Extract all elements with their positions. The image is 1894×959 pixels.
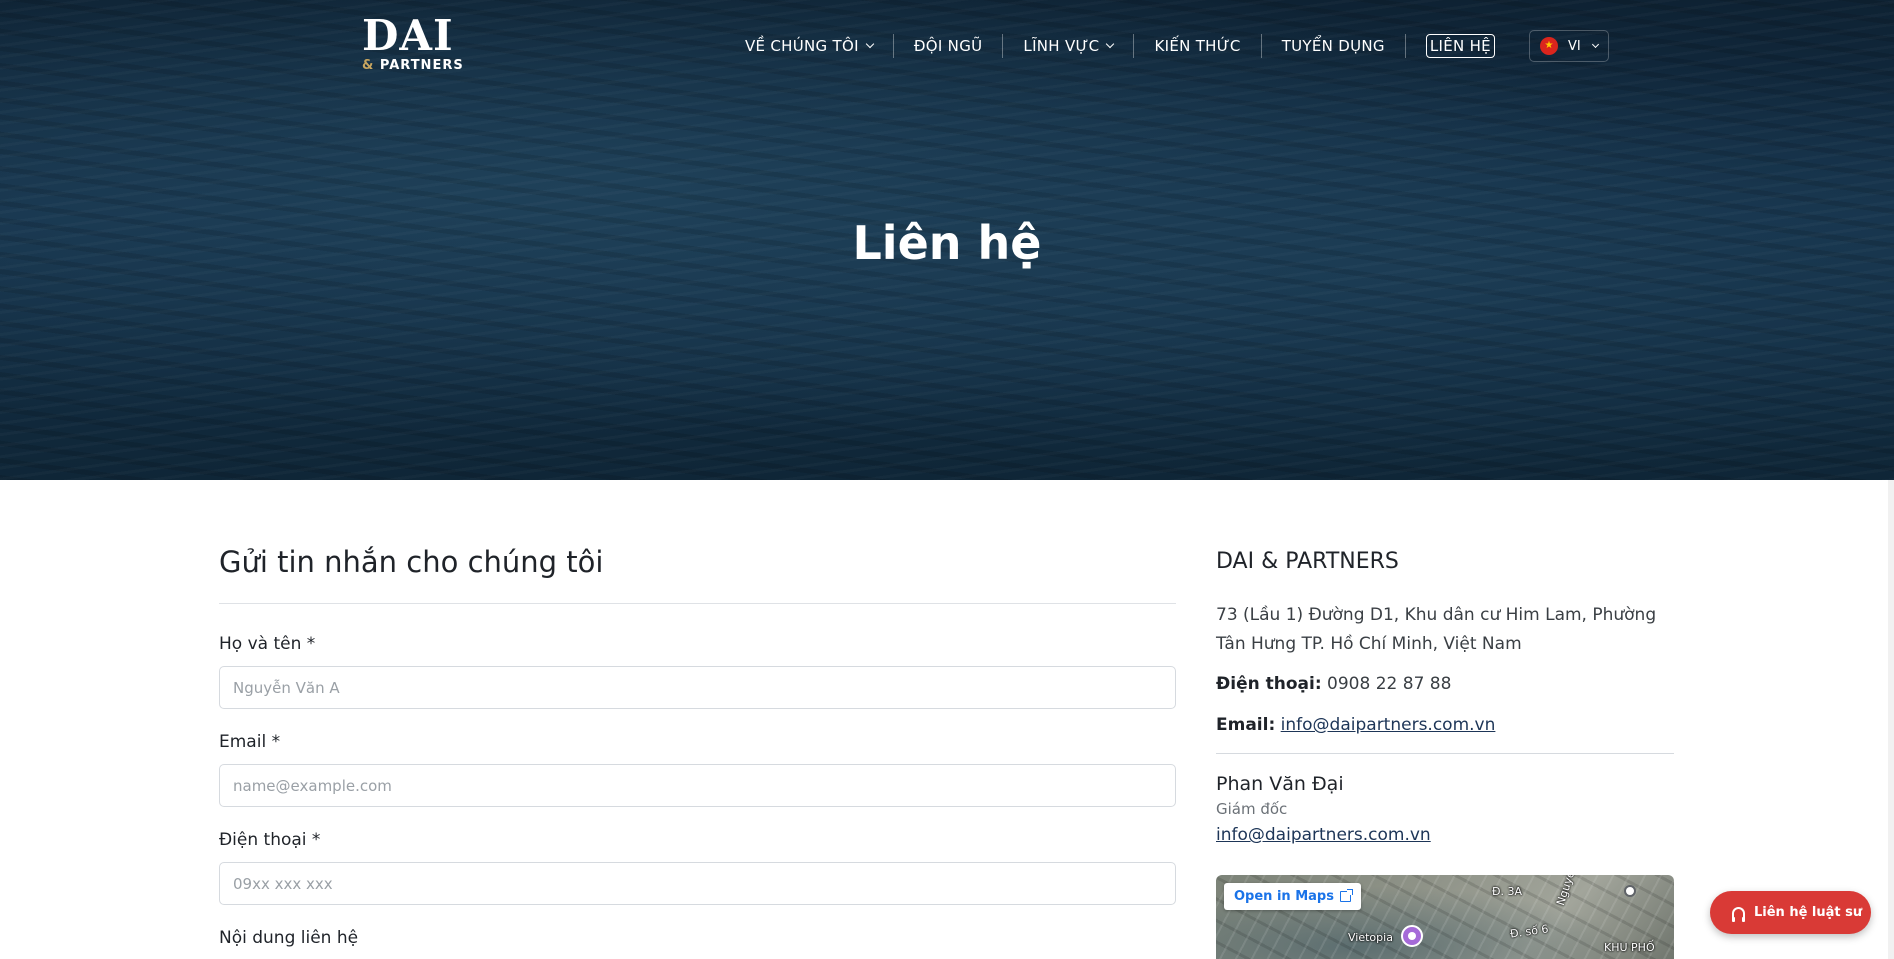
phone-info: Điện thoại: 0908 22 87 88 bbox=[1216, 674, 1451, 694]
language-code: VI bbox=[1567, 38, 1581, 54]
chevron-down-icon bbox=[865, 39, 875, 49]
nav-label: LIÊN HỆ bbox=[1425, 34, 1495, 58]
map-label: Đ. số 6 bbox=[1509, 922, 1550, 941]
nav-item-contact[interactable]: LIÊN HỆ bbox=[1406, 34, 1515, 58]
email-label: Email * bbox=[219, 732, 281, 752]
nav-item-practice-areas[interactable]: LĨNH VỰC bbox=[1003, 34, 1135, 58]
email-info: Email: info@daipartners.com.vn bbox=[1216, 715, 1495, 735]
email-input[interactable] bbox=[219, 764, 1176, 807]
map-embed[interactable]: Open in Maps Đ. 3A Đ. số 6 Vietopia KHU … bbox=[1216, 875, 1674, 959]
nav-label: LĨNH VỰC bbox=[1023, 37, 1100, 55]
map-label: Đ. 3A bbox=[1492, 885, 1523, 898]
chevron-down-icon bbox=[1106, 39, 1115, 49]
nav-label: KIẾN THỨC bbox=[1154, 37, 1241, 55]
phone-info-value: 0908 22 87 88 bbox=[1327, 674, 1452, 694]
logo-sub-text: & PARTNERS bbox=[362, 58, 464, 73]
scrollbar[interactable] bbox=[1888, 480, 1894, 959]
phone-info-label: Điện thoại: bbox=[1216, 674, 1322, 694]
language-selector[interactable]: VI bbox=[1528, 30, 1609, 62]
nav-item-about[interactable]: VỀ CHÚNG TÔI bbox=[725, 34, 894, 58]
name-input[interactable] bbox=[219, 666, 1176, 709]
open-in-maps-label: Open in Maps bbox=[1234, 889, 1334, 904]
email-info-label: Email: bbox=[1216, 715, 1276, 735]
company-address: 73 (Lầu 1) Đường D1, Khu dân cư Him Lam,… bbox=[1216, 605, 1657, 654]
phone-label: Điện thoại * bbox=[219, 830, 321, 850]
chevron-down-icon bbox=[1591, 40, 1599, 49]
nav-label: VỀ CHÚNG TÔI bbox=[745, 37, 859, 55]
map-label: Vietopia bbox=[1348, 931, 1393, 944]
contact-lawyer-label: Liên hệ luật sư bbox=[1754, 905, 1863, 920]
divider bbox=[219, 603, 1176, 604]
nav-item-knowledge[interactable]: KIẾN THỨC bbox=[1134, 34, 1262, 58]
map-label: KHU PHỐ bbox=[1604, 941, 1655, 954]
logo-main-text: DAI bbox=[362, 11, 454, 60]
nav-label: ĐỘI NGŨ bbox=[913, 37, 983, 55]
nav-item-careers[interactable]: TUYỂN DỤNG bbox=[1262, 34, 1406, 58]
person-title: Giám đốc bbox=[1216, 800, 1288, 818]
contact-lawyer-button[interactable]: Liên hệ luật sư bbox=[1710, 891, 1871, 934]
vietnam-flag-icon bbox=[1539, 37, 1558, 55]
company-name: DAI & PARTNERS bbox=[1216, 549, 1399, 574]
map-label: Nguyễn Hữu bbox=[1554, 875, 1587, 907]
nav-item-team[interactable]: ĐỘI NGŨ bbox=[894, 34, 1004, 58]
main-nav: VỀ CHÚNG TÔI ĐỘI NGŨ LĨNH VỰC KIẾN THỨC … bbox=[725, 30, 1609, 62]
page-title: Liên hệ bbox=[852, 216, 1042, 270]
name-label: Họ và tên * bbox=[219, 634, 316, 654]
nav-label: TUYỂN DỤNG bbox=[1281, 37, 1385, 55]
hero-banner: DAI & PARTNERS VỀ CHÚNG TÔI ĐỘI NGŨ LĨNH… bbox=[0, 0, 1894, 480]
message-label: Nội dung liên hệ bbox=[219, 928, 359, 948]
place-marker-icon[interactable] bbox=[1624, 885, 1636, 897]
divider bbox=[1216, 753, 1674, 754]
form-heading: Gửi tin nhắn cho chúng tôi bbox=[219, 545, 604, 579]
person-name: Phan Văn Đại bbox=[1216, 773, 1344, 795]
headset-icon bbox=[1732, 906, 1745, 922]
location-pin-icon[interactable] bbox=[1401, 925, 1423, 947]
email-link[interactable]: info@daipartners.com.vn bbox=[1281, 715, 1496, 735]
phone-input[interactable] bbox=[219, 862, 1176, 905]
site-logo[interactable]: DAI & PARTNERS bbox=[362, 11, 464, 74]
external-link-icon bbox=[1339, 889, 1353, 902]
person-email-link[interactable]: info@daipartners.com.vn bbox=[1216, 825, 1431, 845]
open-in-maps-button[interactable]: Open in Maps bbox=[1224, 883, 1361, 910]
